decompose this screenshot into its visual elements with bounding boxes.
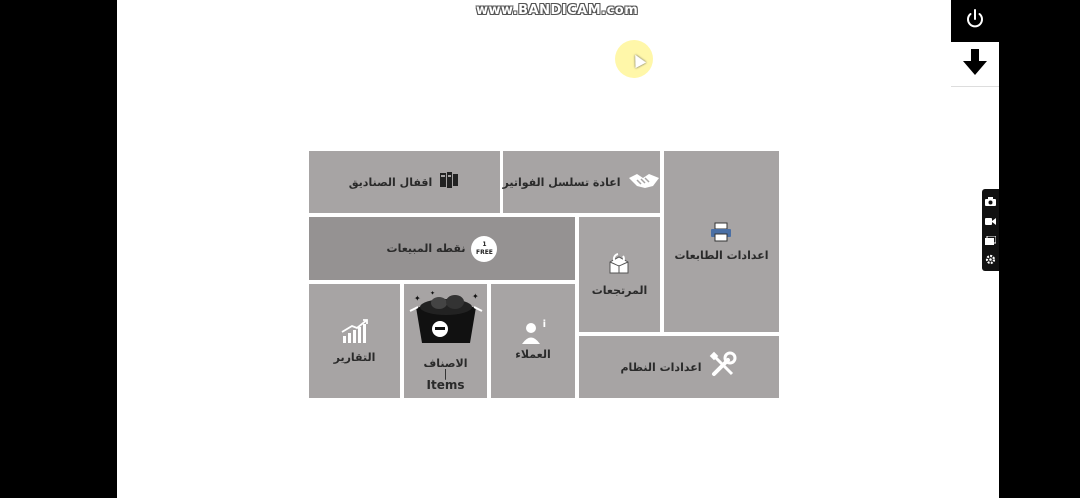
svg-text:✦: ✦ <box>472 292 479 301</box>
growth-chart-icon <box>340 318 370 348</box>
tile-returns[interactable]: المرتجعات <box>579 217 660 332</box>
tile-printer-settings[interactable]: اعدادات الطابعات <box>664 151 779 332</box>
cash-box-icon <box>438 169 460 195</box>
capture-toolbar <box>982 189 999 271</box>
basket-icon: ✦ ✦ ✦ <box>406 290 486 357</box>
arrow-down-icon <box>962 47 988 81</box>
tile-printer-settings-label: اعدادات الطابعات <box>674 248 769 262</box>
download-button[interactable] <box>951 42 999 87</box>
tile-system-settings[interactable]: اعدادات النظام <box>579 336 779 398</box>
power-icon <box>964 8 986 34</box>
tile-reset-invoice-label: اعادة تسلسل الفواتير <box>502 175 621 189</box>
windows-icon[interactable] <box>985 230 997 249</box>
printer-icon <box>710 222 732 246</box>
tile-point-of-sale-label: نقطه المبيعات <box>386 242 466 255</box>
free-badge-text: FREE <box>475 248 493 256</box>
tile-items-label-en: Items <box>426 377 465 392</box>
tile-close-boxes[interactable]: اقفال الصناديق <box>309 151 500 213</box>
customers-info-mark: i <box>542 319 546 330</box>
handshake-icon <box>627 168 661 196</box>
tile-reset-invoice-sequence[interactable]: اعادة تسلسل الفواتير <box>503 151 660 213</box>
camera-icon[interactable] <box>985 191 996 210</box>
tile-returns-label: المرتجعات <box>591 283 648 297</box>
free-badge-icon: 1 FREE <box>471 235 498 262</box>
tile-items-separator: | <box>443 366 448 380</box>
tile-reports[interactable]: التقارير <box>309 284 400 398</box>
video-icon[interactable] <box>985 211 996 230</box>
free-badge-number: 1 <box>482 240 487 248</box>
svg-text:✦: ✦ <box>414 294 421 303</box>
user-info-icon: i <box>520 319 546 345</box>
tools-icon <box>708 350 738 384</box>
tile-customers-label: العملاء <box>515 348 551 361</box>
tile-close-boxes-label: اقفال الصناديق <box>348 175 433 189</box>
tile-point-of-sale[interactable]: نقطه المبيعات 1 FREE <box>309 217 575 280</box>
tile-reports-label: التقارير <box>333 351 376 364</box>
gear-icon[interactable] <box>985 250 996 269</box>
power-button[interactable] <box>951 0 999 42</box>
tile-items[interactable]: ✦ ✦ ✦ الاصناف | Items <box>404 284 487 398</box>
tile-system-settings-label: اعدادات النظام <box>620 360 702 374</box>
svg-text:✦: ✦ <box>430 291 435 297</box>
return-box-icon <box>606 252 632 281</box>
recorder-watermark: www.BANDICAM.com <box>476 3 639 18</box>
tile-customers[interactable]: i العملاء <box>491 284 575 398</box>
